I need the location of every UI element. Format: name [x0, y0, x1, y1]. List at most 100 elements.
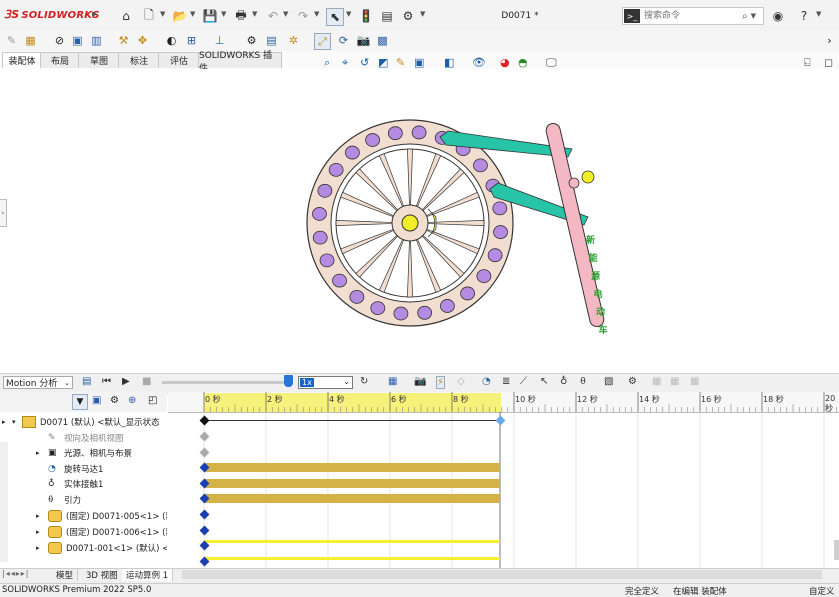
- tab-evaluate[interactable]: 评估: [158, 52, 200, 68]
- undo-dropdown-icon[interactable]: ▼: [283, 10, 288, 18]
- linear-pattern-icon[interactable]: ▥: [89, 33, 104, 48]
- apply-scene-icon[interactable]: ◓: [518, 56, 528, 69]
- hide-show-items-icon[interactable]: 👁: [472, 56, 486, 69]
- expand-arrow-icon[interactable]: ▸: [36, 512, 48, 520]
- gravity-time-bar[interactable]: [204, 494, 500, 503]
- study-type-select[interactable]: Motion 分析 ⌄: [3, 376, 73, 389]
- expand-arrow-icon[interactable]: ▸: [36, 449, 48, 457]
- component-preview-icon[interactable]: ▣: [70, 33, 85, 48]
- motion-study-properties-icon[interactable]: ⚙: [628, 376, 637, 387]
- expand-arrow-icon[interactable]: ▸: [36, 528, 48, 536]
- rebuild-traffic-light-icon[interactable]: 🚦: [358, 8, 374, 24]
- expand-arrow-icon[interactable]: ▸: [2, 418, 12, 426]
- large-assembly-icon[interactable]: ▩: [375, 33, 390, 48]
- damper-tool-icon[interactable]: ⟋: [520, 376, 527, 387]
- filter-animated-icon[interactable]: ▣: [92, 395, 101, 406]
- tab-layout[interactable]: 布局: [40, 52, 80, 68]
- view-options-icon[interactable]: ▦: [670, 376, 679, 387]
- collapse-icon[interactable]: ▦: [652, 376, 661, 387]
- move-component-icon[interactable]: ✥: [135, 33, 150, 48]
- help-icon[interactable]: ?: [796, 8, 812, 24]
- tab-motion-study-1[interactable]: 运动算例 1: [122, 569, 174, 581]
- part-002-time-bar[interactable]: [204, 557, 500, 560]
- redo-icon[interactable]: ↷: [295, 8, 311, 24]
- edit-component-icon[interactable]: ✎: [4, 33, 19, 48]
- instant3d-icon[interactable]: ⤢: [314, 33, 331, 50]
- autokey-icon[interactable]: ⚡: [436, 376, 446, 389]
- playback-speed-select[interactable]: 1x ⌄: [298, 376, 353, 389]
- tree-vertical-scrollbar[interactable]: [0, 442, 8, 562]
- print-dropdown-icon[interactable]: ▼: [252, 10, 257, 18]
- exploded-view-icon[interactable]: ✲: [286, 33, 301, 48]
- tab-sketch[interactable]: 草图: [78, 52, 120, 68]
- play-from-start-icon[interactable]: ⏮: [102, 376, 111, 387]
- motor-tool-icon[interactable]: ◔: [482, 376, 491, 387]
- open-dropdown-icon[interactable]: ▼: [190, 10, 195, 18]
- view-orientation-icon[interactable]: ▣: [414, 56, 424, 69]
- toolbar-expand-icon[interactable]: ›: [822, 33, 837, 48]
- save-animation-icon[interactable]: ▦: [388, 376, 397, 387]
- help-dropdown-icon[interactable]: ▼: [816, 10, 821, 18]
- zoom-to-fit-icon[interactable]: ⌕: [324, 56, 330, 70]
- new-dropdown-icon[interactable]: ▼: [160, 10, 165, 18]
- user-account-icon[interactable]: ◉: [770, 8, 786, 24]
- reference-geometry-icon[interactable]: ⊥: [212, 33, 227, 48]
- tab-scroll-arrows-icon[interactable]: |◂◂▸▸|: [2, 569, 29, 578]
- tab-assembly[interactable]: 装配体: [2, 52, 42, 68]
- tab-3d-views[interactable]: 3D 视图: [82, 569, 123, 581]
- graphics-area[interactable]: › 新能源电动车: [0, 69, 839, 373]
- smart-fasteners-icon[interactable]: ⚒: [116, 33, 131, 48]
- filter-icon[interactable]: ▼: [72, 394, 88, 410]
- timeline-vertical-scrollbar[interactable]: [834, 540, 839, 560]
- restore-panel-icon[interactable]: ⍇: [804, 56, 811, 70]
- animation-wizard-icon[interactable]: 📷: [414, 376, 426, 387]
- horizontal-scrollbar[interactable]: [182, 570, 822, 579]
- contact-tool-icon[interactable]: ♁: [560, 376, 567, 387]
- tree-row-part-001[interactable]: ▸ D0071-001<1> (默认) <<: [36, 540, 167, 555]
- dynamic-annotation-icon[interactable]: ✎: [396, 56, 405, 69]
- magnifier-icon[interactable]: ⌕: [742, 11, 748, 22]
- logo-menu-arrow-icon[interactable]: ▶: [92, 10, 97, 18]
- new-motion-study-icon[interactable]: ⚙: [244, 33, 259, 48]
- tree-row-lights[interactable]: ▸ ▣ 光源、相机与布景: [36, 445, 132, 460]
- add-update-key-icon[interactable]: ◇: [457, 376, 465, 387]
- display-style-icon[interactable]: ◧: [444, 56, 454, 69]
- take-snapshot-icon[interactable]: 📷: [356, 33, 371, 48]
- options-gear-icon[interactable]: ⚙: [400, 8, 416, 24]
- playback-mode-icon[interactable]: ↻: [360, 376, 368, 387]
- section-view-icon[interactable]: ◩: [378, 56, 388, 69]
- print-icon[interactable]: 🖶: [233, 8, 249, 24]
- tree-row-contact[interactable]: ♁ 实体接触1: [48, 476, 103, 491]
- redo-dropdown-icon[interactable]: ▼: [314, 10, 319, 18]
- calculate-icon[interactable]: ▤: [82, 376, 91, 387]
- select-cursor-icon[interactable]: ⬉: [326, 8, 344, 26]
- open-folder-icon[interactable]: 📂: [172, 8, 188, 24]
- contact-time-bar[interactable]: [204, 479, 500, 488]
- stop-icon[interactable]: ■: [142, 376, 151, 387]
- filter-selected-icon[interactable]: ⊕: [128, 395, 136, 406]
- filter-driving-icon[interactable]: ⚙: [110, 395, 119, 406]
- filter-options-icon[interactable]: ▦: [690, 376, 699, 387]
- tab-solidworks-addins[interactable]: SOLIDWORKS 插件: [198, 51, 282, 74]
- playback-slider-track[interactable]: [162, 381, 290, 384]
- select-dropdown-icon[interactable]: ▼: [346, 10, 351, 18]
- root-time-bar[interactable]: [204, 420, 500, 421]
- solidworks-logo[interactable]: 𝟥S SOLIDWORKS: [4, 8, 100, 21]
- tab-model[interactable]: 模型: [52, 569, 79, 581]
- filter-results-icon[interactable]: ◰: [148, 395, 157, 406]
- tab-markup[interactable]: 标注: [118, 52, 160, 68]
- view-settings-icon[interactable]: 🖵: [546, 56, 557, 70]
- tree-row-views[interactable]: ✎ 视向及相机视图: [48, 430, 124, 445]
- tree-row-motor[interactable]: ◔ 旋转马达1: [48, 461, 103, 476]
- edit-appearance-icon[interactable]: ◕: [500, 56, 510, 69]
- tree-row-part-006[interactable]: ▸ (固定) D0071-006<1> (默: [36, 524, 167, 539]
- search-dropdown-icon[interactable]: ▼: [751, 12, 756, 20]
- assembly-features-icon[interactable]: ⊞: [184, 33, 199, 48]
- results-plots-icon[interactable]: ▧: [604, 376, 613, 387]
- collapse-arrow-icon[interactable]: ▾: [12, 418, 22, 426]
- part-001-time-bar[interactable]: [204, 540, 500, 543]
- save-icon[interactable]: 💾: [202, 8, 218, 24]
- undo-icon[interactable]: ↶: [265, 8, 281, 24]
- spring-tool-icon[interactable]: ≣: [502, 376, 510, 387]
- expand-arrow-icon[interactable]: ▸: [36, 544, 48, 552]
